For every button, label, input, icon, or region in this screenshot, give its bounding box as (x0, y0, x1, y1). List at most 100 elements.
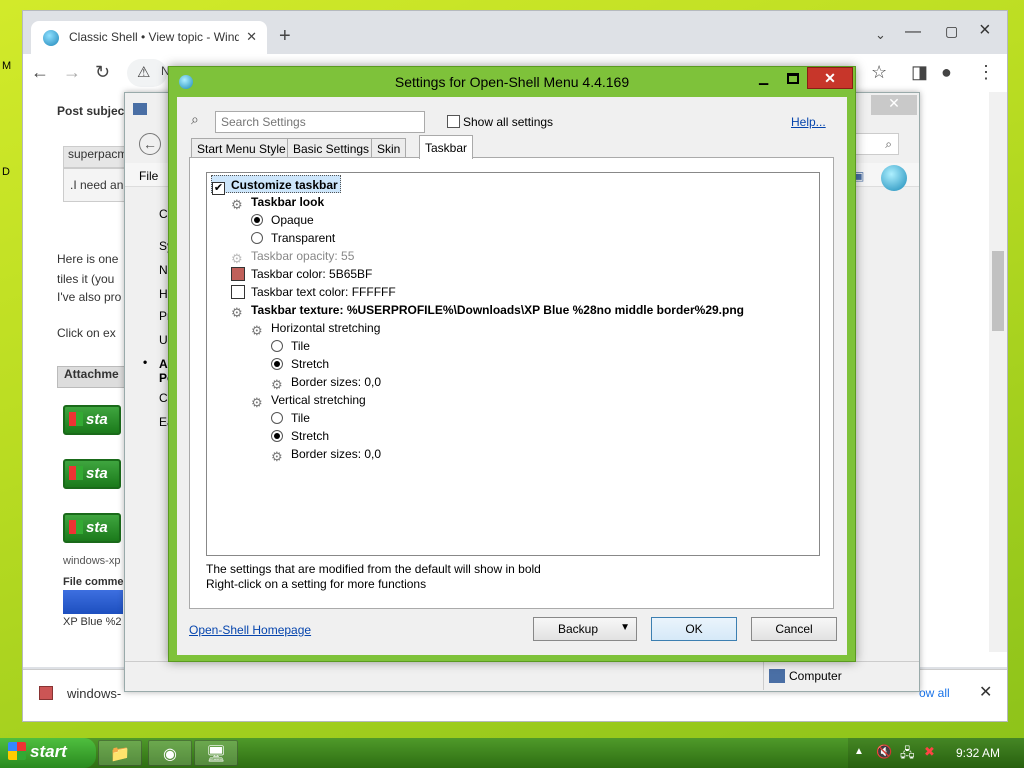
side-bullet: • (143, 355, 148, 369)
taskbar-explorer-icon[interactable]: 📁 (98, 740, 142, 766)
dialog-minimize-icon[interactable]: ▁ (759, 71, 768, 85)
tree-taskbar-texture[interactable]: ⚙ Taskbar texture: %USERPROFILE%\Download… (231, 301, 744, 320)
side-item-2[interactable]: N (159, 263, 168, 277)
settings-gear-icon: ⚙ (231, 305, 243, 320)
v-stretch-radio[interactable] (271, 430, 283, 442)
tree-v-border[interactable]: ⚙ Border sizes: 0,0 (271, 445, 381, 464)
open-shell-homepage-link[interactable]: Open-Shell Homepage (189, 623, 311, 637)
help-link[interactable]: Help... (791, 115, 826, 129)
xp-start-image-2[interactable]: sta (63, 459, 121, 489)
tree-opacity[interactable]: ⚙ Taskbar opacity: 55 (231, 247, 354, 266)
desktop-letter-d: D (2, 166, 10, 178)
xp-start-image-3[interactable]: sta (63, 513, 121, 543)
download-item-name[interactable]: windows- (67, 686, 121, 701)
warning-icon: ⚠ (137, 64, 151, 81)
username[interactable]: superpacm (64, 147, 127, 161)
ok-button[interactable]: OK (651, 617, 737, 641)
tab-search-chevron-icon[interactable]: ⌄ (875, 27, 886, 43)
show-all-settings-checkbox[interactable] (447, 115, 460, 128)
page-scrollbar-thumb[interactable] (992, 251, 1004, 331)
search-settings-input[interactable] (215, 111, 425, 133)
window-icon (133, 103, 147, 115)
customize-taskbar-checkbox[interactable]: ✔ (212, 182, 225, 195)
show-all-settings-label[interactable]: Show all settings (463, 115, 553, 129)
browser-tab[interactable]: Classic Shell • View topic - Windo ✕ (31, 21, 267, 54)
side-item-3[interactable]: H (159, 287, 168, 301)
side-item-6[interactable]: A (159, 357, 168, 371)
attachment-filename[interactable]: windows-xp (63, 555, 120, 567)
back-icon[interactable]: ← (31, 62, 49, 83)
explorer-close-icon[interactable]: ✕ (871, 95, 917, 115)
profile-avatar-icon[interactable]: ● (941, 62, 952, 83)
tab-taskbar[interactable]: Taskbar (419, 135, 474, 159)
action-center-icon[interactable]: ✖ (924, 744, 935, 760)
search-icon[interactable]: ⌕ (855, 133, 899, 155)
side-item-8[interactable]: C (159, 391, 168, 405)
show-all-link[interactable]: ow all (919, 686, 950, 700)
tree-taskbar-look[interactable]: ⚙ Taskbar look (231, 193, 324, 212)
taskbar-control-panel-icon[interactable]: 🖥 (194, 740, 238, 766)
tree-vertical-stretching[interactable]: ⚙ Vertical stretching (251, 391, 366, 410)
tree-taskbar-text-color[interactable]: Taskbar text color: FFFFFF (231, 283, 396, 301)
tab-close-icon[interactable]: ✕ (246, 29, 257, 45)
tree-taskbar-color[interactable]: Taskbar color: 5B65BF (231, 265, 372, 283)
forward-icon[interactable]: → (63, 62, 81, 83)
settings-gear-icon: ⚙ (251, 323, 263, 338)
xp-start-image-1[interactable]: sta (63, 405, 121, 435)
browser-maximize-icon[interactable]: ▢ (945, 23, 958, 40)
taskbar-chrome-icon[interactable]: ◉ (148, 740, 192, 766)
tab-start-menu-style[interactable]: Start Menu Style (191, 138, 292, 158)
settings-tree[interactable]: ✔ Customize taskbar ⚙ Taskbar look Opaque … (206, 172, 820, 556)
cancel-button[interactable]: Cancel (751, 617, 837, 641)
transparent-radio[interactable] (251, 232, 263, 244)
dialog-maximize-icon[interactable] (787, 73, 799, 84)
settings-gear-icon: ⚙ (271, 377, 283, 392)
post-line-3: I've also pro (57, 290, 122, 304)
side-item-5[interactable]: U (159, 333, 168, 347)
tab-title: Classic Shell • View topic - Windo (69, 30, 239, 44)
browser-minimize-icon[interactable]: — (905, 23, 921, 41)
new-tab-button[interactable]: + (279, 25, 291, 48)
side-panel-icon[interactable]: ◨ (911, 62, 928, 83)
page-scrollbar[interactable] (989, 92, 1007, 652)
v-tile-radio[interactable] (271, 412, 283, 424)
dialog-close-icon[interactable]: ✕ (807, 67, 853, 89)
browser-close-icon[interactable]: × (979, 19, 991, 42)
network-icon[interactable]: 🖧 (900, 744, 915, 766)
tab-skin[interactable]: Skin (371, 138, 407, 158)
back-circle-icon[interactable]: ← (139, 133, 161, 155)
tree-h-tile[interactable]: Tile (271, 337, 310, 355)
username-box: superpacm (63, 146, 127, 168)
tab-basic-settings[interactable]: Basic Settings (287, 138, 376, 158)
menu-kebab-icon[interactable]: ⋮ (977, 62, 995, 83)
settings-gear-icon: ⚙ (231, 197, 243, 212)
download-file-icon (39, 686, 53, 700)
hint-bold: The settings that are modified from the … (206, 562, 541, 576)
menu-file[interactable]: File (139, 169, 158, 183)
tree-h-border[interactable]: ⚙ Border sizes: 0,0 (271, 373, 381, 392)
tray-expand-icon[interactable]: ▲ (854, 746, 864, 757)
h-stretch-radio[interactable] (271, 358, 283, 370)
side-item-0[interactable]: C (159, 207, 168, 221)
clock[interactable]: 9:32 AM (956, 746, 1000, 760)
volume-muted-icon[interactable]: 🔇 (876, 744, 892, 760)
reload-icon[interactable]: ↻ (95, 62, 110, 83)
download-bar-close-icon[interactable]: ✕ (979, 682, 992, 702)
tree-horizontal-stretching[interactable]: ⚙ Horizontal stretching (251, 319, 380, 338)
tree-h-stretch[interactable]: Stretch (271, 355, 329, 373)
opaque-radio[interactable] (251, 214, 263, 226)
tree-opaque[interactable]: Opaque (251, 211, 314, 229)
settings-gear-icon: ⚙ (251, 395, 263, 410)
backup-button[interactable]: Backup ▼ (533, 617, 637, 641)
open-shell-shell-icon (881, 165, 907, 191)
xp-blue-preview[interactable] (63, 590, 123, 614)
tree-v-stretch[interactable]: Stretch (271, 427, 329, 445)
xp-blue-filename[interactable]: XP Blue %2 (63, 616, 122, 628)
tree-customize-taskbar[interactable]: ✔ Customize taskbar (211, 175, 341, 195)
start-button[interactable]: start (0, 738, 96, 768)
quote-box: .I need an (63, 168, 125, 202)
bookmark-star-icon[interactable]: ☆ (871, 62, 887, 83)
h-tile-radio[interactable] (271, 340, 283, 352)
tree-transparent[interactable]: Transparent (251, 229, 335, 247)
tree-v-tile[interactable]: Tile (271, 409, 310, 427)
